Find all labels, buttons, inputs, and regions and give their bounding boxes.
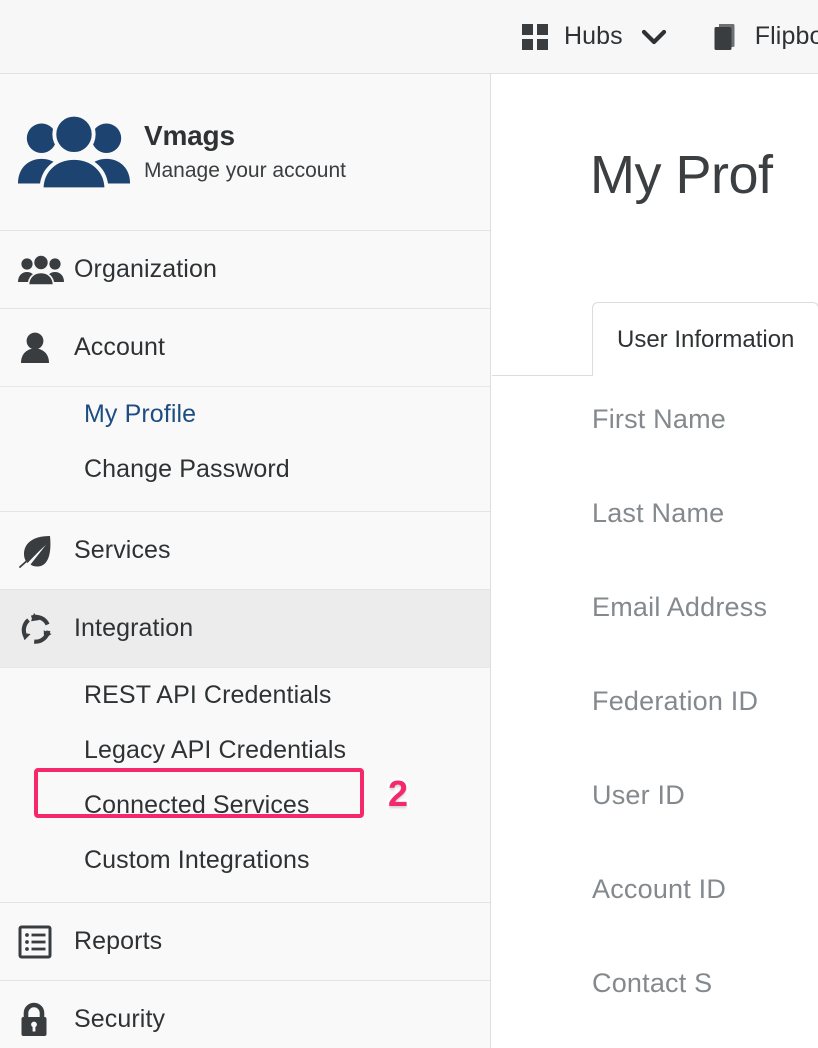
app-root: Hubs Flipbo Vmags Manage your account Or…: [0, 0, 818, 1048]
sidebar-item-connected-services[interactable]: Connected Services: [0, 778, 490, 833]
sidebar-label-services: Services: [74, 536, 171, 564]
sidebar-label-my-profile: My Profile: [84, 400, 197, 428]
sidebar-label-organization: Organization: [74, 255, 217, 283]
page-title: My Prof: [590, 145, 773, 205]
tab-bar-left-stub: [492, 302, 592, 376]
sidebar-group-security: Security: [0, 981, 490, 1048]
leaf-icon: [18, 534, 74, 568]
sidebar-item-account[interactable]: Account: [0, 309, 490, 386]
sidebar-item-rest-api-credentials[interactable]: REST API Credentials: [0, 668, 490, 723]
lock-icon: [18, 1002, 74, 1038]
top-nav-item-hubs[interactable]: Hubs: [500, 0, 689, 73]
sidebar-label-change-password: Change Password: [84, 455, 290, 483]
sidebar: Vmags Manage your account Organization A…: [0, 74, 491, 1048]
top-nav-label-hubs: Hubs: [564, 22, 623, 50]
account-header[interactable]: Vmags Manage your account: [0, 74, 490, 231]
sidebar-item-change-password[interactable]: Change Password: [0, 442, 490, 497]
form-label-last-name: Last Name: [592, 498, 725, 528]
sidebar-label-security: Security: [74, 1005, 166, 1033]
sidebar-label-legacy-api-credentials: Legacy API Credentials: [84, 736, 347, 764]
form-label-contact-source: Contact S: [592, 968, 713, 998]
form-row-account-id: Account ID: [492, 874, 818, 968]
sidebar-item-custom-integrations[interactable]: Custom Integrations: [0, 833, 490, 888]
sidebar-group-account: Account My Profile Change Password: [0, 309, 490, 512]
form-row-first-name: First Name: [492, 404, 818, 498]
form-label-account-id: Account ID: [592, 874, 727, 904]
sidebar-group-integration: Integration REST API Credentials Legacy …: [0, 590, 490, 903]
form-row-contact-source: Contact S: [492, 968, 818, 1048]
sidebar-subnav-integration: REST API Credentials Legacy API Credenti…: [0, 667, 490, 902]
people-group-icon: [16, 114, 132, 190]
sidebar-group-services: Services: [0, 512, 490, 590]
form-row-federation-id: Federation ID: [492, 686, 818, 780]
sidebar-item-integration[interactable]: Integration: [0, 590, 490, 667]
top-nav-label-flipbook: Flipbo: [754, 22, 818, 50]
sidebar-item-security[interactable]: Security: [0, 981, 490, 1048]
top-nav-items: Hubs Flipbo: [500, 0, 818, 73]
sidebar-label-integration: Integration: [74, 614, 194, 642]
person-icon: [18, 332, 74, 364]
main-content: My Prof User Information First Name Last…: [492, 74, 818, 1048]
sidebar-item-legacy-api-credentials[interactable]: Legacy API Credentials: [0, 723, 490, 778]
annotation-step-number: 2: [385, 773, 410, 814]
grid-icon: [522, 23, 548, 50]
sidebar-item-my-profile[interactable]: My Profile: [0, 387, 490, 442]
chevron-down-icon[interactable]: [641, 29, 667, 45]
sidebar-label-account: Account: [74, 333, 166, 361]
sidebar-label-custom-integrations: Custom Integrations: [84, 846, 310, 874]
tab-label-user-information: User Information: [617, 325, 795, 353]
tab-bar: User Information: [492, 302, 818, 376]
list-report-icon: [18, 925, 74, 959]
top-nav-item-flipbook[interactable]: Flipbo: [689, 0, 818, 73]
form-label-user-id: User ID: [592, 780, 685, 810]
sidebar-subnav-account: My Profile Change Password: [0, 386, 490, 511]
form-label-first-name: First Name: [592, 404, 727, 434]
sidebar-nav-list: Organization Account My Profile Change P…: [0, 231, 490, 1048]
sync-icon: [18, 611, 74, 647]
sidebar-label-connected-services: Connected Services: [84, 791, 310, 819]
account-text: Vmags Manage your account: [132, 118, 346, 187]
sidebar-item-services[interactable]: Services: [0, 512, 490, 589]
form-row-last-name: Last Name: [492, 498, 818, 592]
form-row-user-id: User ID: [492, 780, 818, 874]
sidebar-label-rest-api-credentials: REST API Credentials: [84, 681, 332, 709]
user-information-form: First Name Last Name Email Address Feder…: [492, 404, 818, 1048]
sidebar-item-reports[interactable]: Reports: [0, 903, 490, 980]
sidebar-label-reports: Reports: [74, 927, 163, 955]
sidebar-group-reports: Reports: [0, 903, 490, 981]
form-label-federation-id: Federation ID: [592, 686, 759, 716]
top-navigation-bar: Hubs Flipbo: [0, 0, 818, 74]
tab-user-information[interactable]: User Information: [592, 302, 818, 376]
book-icon: [711, 22, 739, 52]
sidebar-group-organization: Organization: [0, 231, 490, 309]
form-label-email-address: Email Address: [592, 592, 768, 622]
form-row-email-address: Email Address: [492, 592, 818, 686]
sidebar-item-organization[interactable]: Organization: [0, 231, 490, 308]
account-name: Vmags: [144, 119, 235, 151]
people-group-icon: [18, 254, 74, 285]
account-subtitle: Manage your account: [144, 158, 346, 182]
